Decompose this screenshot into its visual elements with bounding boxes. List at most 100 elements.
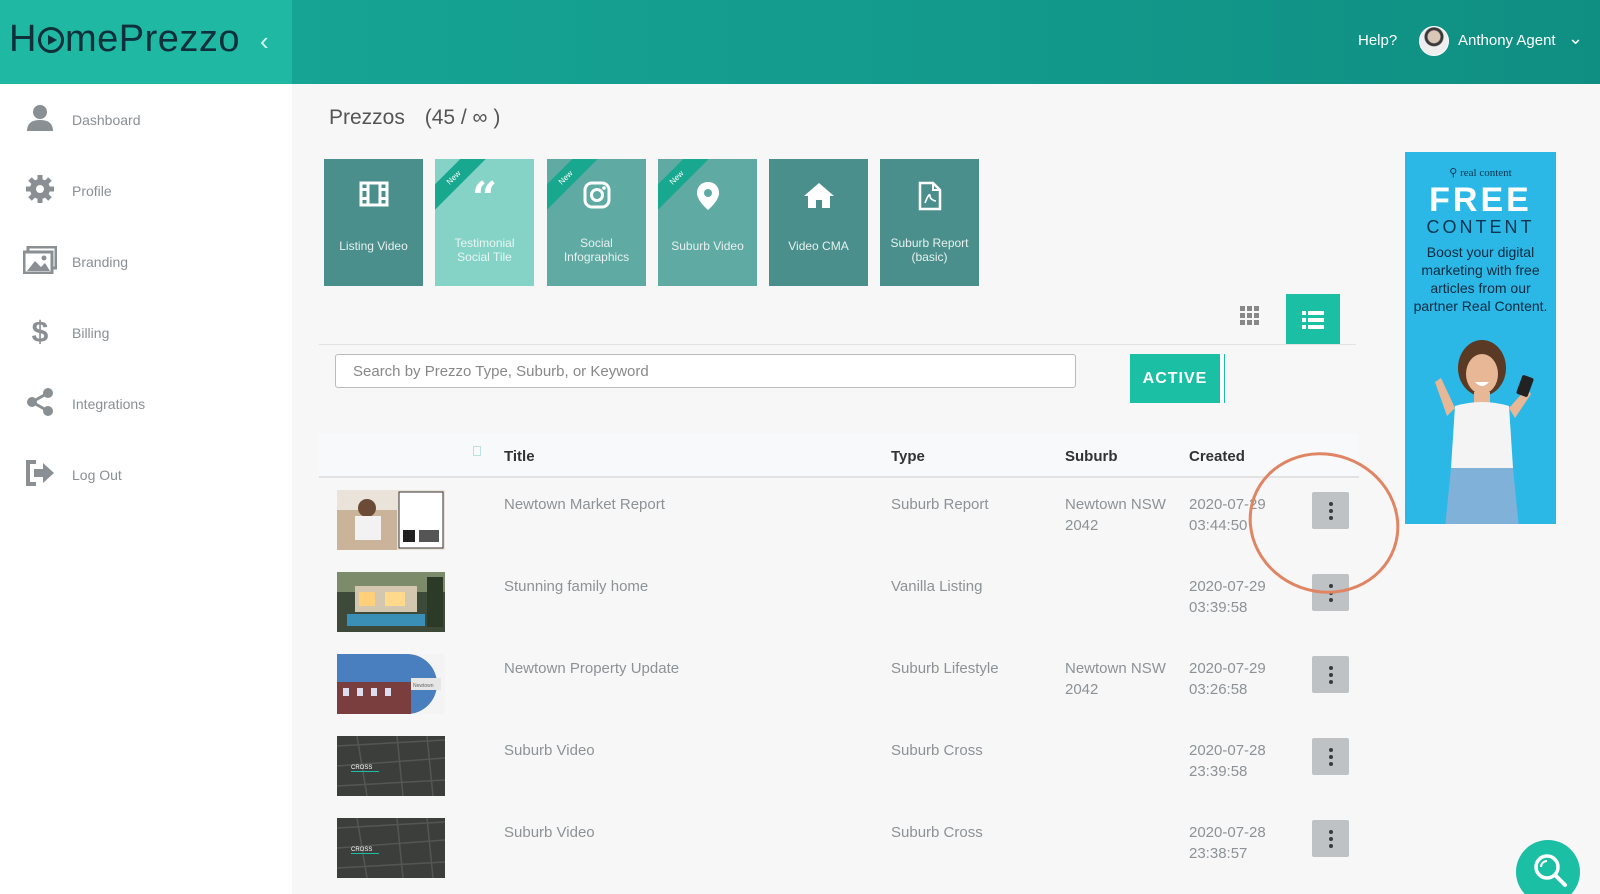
tile-video-cma[interactable]: Video CMA — [769, 159, 868, 286]
ad-headline: FREE — [1429, 181, 1532, 219]
thumbnail-image: CROSS — [337, 736, 445, 796]
row-created: 2020-07-28 23:39:58 — [1189, 742, 1266, 780]
table-row[interactable]: Stunning family home Vanilla Listing 202… — [319, 560, 1359, 642]
avatar[interactable] — [1419, 26, 1449, 56]
table-row[interactable]: Newtown Newtown Property Update Suburb L… — [319, 642, 1359, 724]
pdf-icon — [880, 181, 979, 219]
tile-label: Suburb Video — [671, 239, 744, 253]
instagram-icon — [547, 181, 646, 217]
tile-label: Listing Video — [339, 239, 408, 253]
share-icon — [22, 387, 58, 421]
floating-search-button[interactable] — [1516, 840, 1580, 894]
ad-subhead: CONTENT — [1426, 217, 1535, 237]
ad-banner[interactable]: ⚲ real content FREE CONTENT Boost your d… — [1405, 152, 1556, 524]
row-created: 2020-07-29 03:26:58 — [1189, 660, 1266, 698]
row-type: Vanilla Listing — [891, 578, 983, 595]
column-header-suburb[interactable]: Suburb — [1065, 448, 1118, 465]
sidebar-item-label: Billing — [72, 325, 110, 341]
row-type: Suburb Report — [891, 496, 989, 513]
map-pin-icon — [658, 181, 757, 219]
row-title[interactable]: Suburb Video — [504, 740, 595, 761]
table-row[interactable]: CROSS Suburb Video Suburb Cross 2020-07-… — [319, 724, 1359, 806]
ad-copy: Boost your digital marketing with free a… — [1413, 244, 1548, 314]
thumbnail-image — [337, 572, 445, 632]
search-input[interactable] — [335, 354, 1076, 388]
search-icon — [1534, 854, 1567, 887]
page-title: Prezzos (45 / ∞ ) — [329, 106, 500, 130]
tile-suburb-video[interactable]: New Suburb Video — [658, 159, 757, 286]
collapse-sidebar-icon[interactable]: ‹ — [260, 26, 269, 57]
ad-brand: ⚲ real content — [1405, 166, 1556, 179]
page-title-text: Prezzos — [329, 106, 405, 129]
row-menu-button[interactable] — [1312, 656, 1349, 693]
dollar-icon: $ — [31, 316, 49, 349]
tile-testimonial-social-tile[interactable]: New “ Testimonial Social Tile — [435, 159, 534, 286]
top-bar: HmePrezzo ‹ Help? Anthony Agent ⌄ — [0, 0, 1600, 84]
more-vertical-icon — [1328, 665, 1333, 684]
thumbnail-image: CROSS — [337, 818, 445, 878]
sidebar-item-billing[interactable]: $ Billing — [0, 303, 292, 363]
sidebar-item-branding[interactable]: Branding — [0, 232, 292, 292]
tile-suburb-report-basic[interactable]: Suburb Report (basic) — [880, 159, 979, 286]
user-icon — [22, 103, 58, 137]
row-title[interactable]: Stunning family home — [504, 576, 648, 597]
table-row[interactable]: Newtown Market Report Suburb Report Newt… — [319, 478, 1359, 560]
more-vertical-icon — [1328, 747, 1333, 766]
row-menu-button[interactable] — [1312, 738, 1349, 775]
pin-icon: ⚲ — [1449, 167, 1458, 179]
list-view-button[interactable] — [1286, 294, 1340, 345]
more-vertical-icon — [1328, 829, 1333, 848]
row-menu-button[interactable] — [1312, 820, 1349, 857]
tile-label: Suburb Report (basic) — [890, 236, 969, 264]
sidebar-item-label: Dashboard — [72, 112, 141, 128]
thumbnail-image — [337, 490, 445, 550]
table-header: Title Type Suburb Created — [319, 434, 1359, 478]
user-name[interactable]: Anthony Agent — [1458, 32, 1556, 49]
tile-social-infographics[interactable]: New Social Infographics — [547, 159, 646, 286]
sidebar-item-label: Integrations — [72, 396, 146, 412]
row-suburb: Newtown NSW 2042 — [1065, 660, 1166, 698]
tile-label: Social Infographics — [563, 236, 630, 264]
home-icon — [769, 181, 868, 217]
thumbnail-image: Newtown — [337, 654, 445, 714]
thumb-label: Newtown — [413, 683, 434, 689]
sidebar-item-label: Branding — [72, 254, 129, 270]
sidebar-item-dashboard[interactable]: Dashboard — [0, 90, 292, 150]
divider — [319, 344, 1356, 345]
help-link[interactable]: Help? — [1358, 32, 1397, 49]
row-title[interactable]: Newtown Property Update — [504, 658, 679, 679]
row-title[interactable]: Suburb Video — [504, 822, 595, 843]
chevron-down-icon[interactable]: ⌄ — [1568, 28, 1583, 49]
quote-icon: “ — [471, 173, 498, 224]
list-icon — [1302, 310, 1324, 329]
ad-person-image — [1435, 340, 1534, 524]
thumb-label: CROSS — [351, 765, 372, 771]
row-suburb: Newtown NSW 2042 — [1065, 496, 1166, 534]
tile-label: Testimonial Social Tile — [454, 236, 515, 264]
prezzo-count: (45 / ∞ ) — [424, 106, 501, 129]
sidebar-item-label: Log Out — [72, 467, 122, 483]
row-title[interactable]: Newtown Market Report — [504, 494, 665, 515]
row-created: 2020-07-28 23:38:57 — [1189, 824, 1266, 862]
column-header-created[interactable]: Created — [1189, 448, 1245, 465]
grid-view-icon[interactable] — [1240, 306, 1262, 328]
image-icon — [22, 245, 58, 278]
row-type: Suburb Lifestyle — [891, 660, 999, 677]
sidebar-item-label: Profile — [72, 183, 112, 199]
select-all-checkbox[interactable] — [473, 446, 481, 456]
column-header-title[interactable]: Title — [504, 448, 535, 465]
column-header-type[interactable]: Type — [891, 448, 925, 465]
film-icon — [324, 181, 423, 215]
sidebar-item-logout[interactable]: Log Out — [0, 445, 292, 505]
logo-area: HmePrezzo ‹ — [0, 0, 292, 84]
table-row[interactable]: CROSS Suburb Video Suburb Cross 2020-07-… — [319, 806, 1359, 888]
sidebar-item-profile[interactable]: Profile — [0, 161, 292, 221]
logo[interactable]: HmePrezzo — [9, 18, 240, 61]
sidebar-item-integrations[interactable]: Integrations — [0, 374, 292, 434]
logout-icon — [22, 459, 58, 491]
active-filter-button[interactable]: ACTIVE — [1130, 354, 1224, 403]
thumb-label: CROSS — [351, 847, 372, 853]
ad-brand-text: real content — [1460, 167, 1512, 179]
sidebar: Dashboard Profile Branding $ Billing Int… — [0, 84, 292, 894]
tile-listing-video[interactable]: Listing Video — [324, 159, 423, 286]
